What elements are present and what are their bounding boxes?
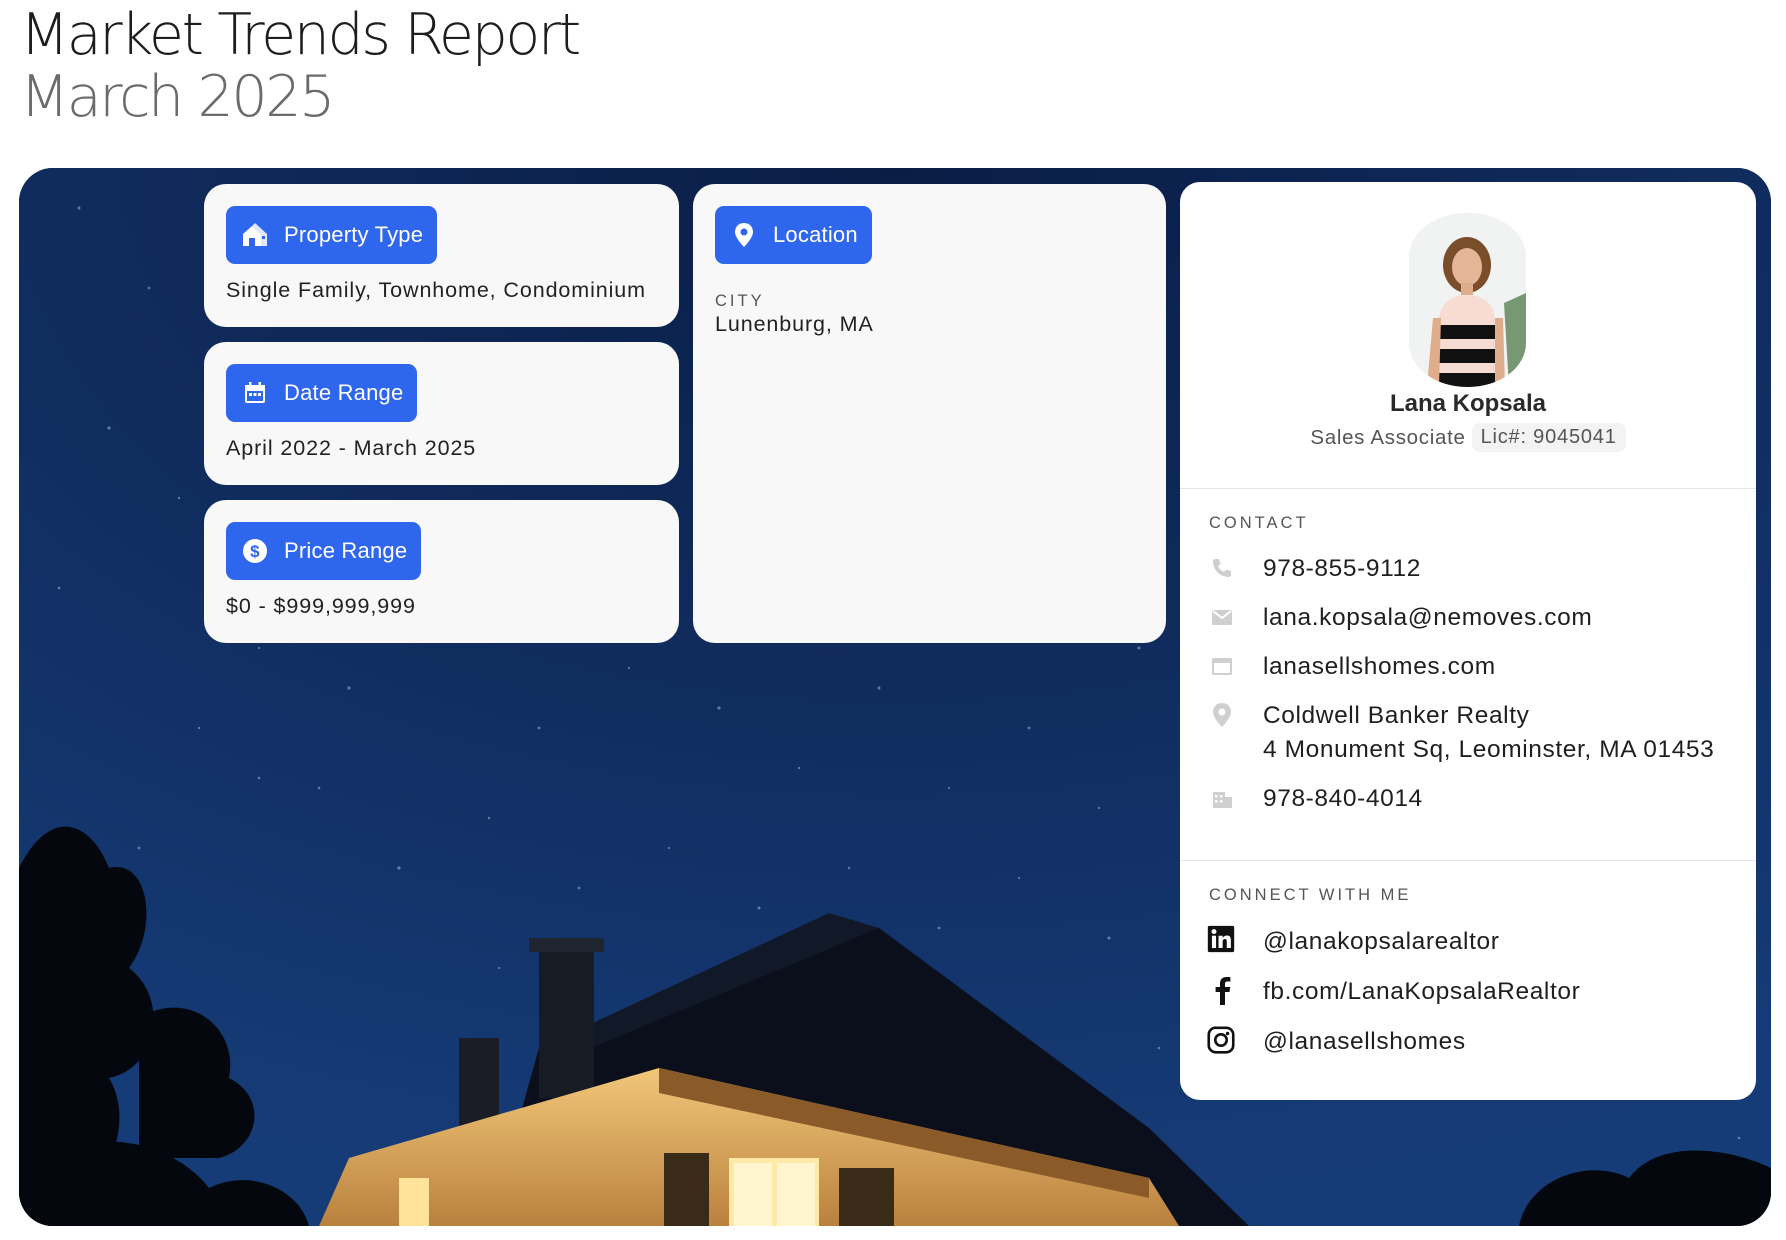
agent-name: Lana Kopsala bbox=[1389, 390, 1547, 417]
property-type-card: Property Type Single Family, Townhome, C… bbox=[204, 184, 679, 327]
map-pin-icon bbox=[1209, 702, 1235, 728]
city-value: Lunenburg, MA bbox=[715, 312, 874, 336]
phone-icon bbox=[1209, 555, 1235, 581]
price-range-card: $ Price Range $0 - $999,999,999 bbox=[204, 500, 679, 643]
contact-website[interactable]: lanasellshomes.com bbox=[1263, 650, 1496, 684]
social-facebook-row[interactable]: fb.com/LanaKopsalaRealtor bbox=[1209, 975, 1580, 1005]
facebook-url[interactable]: fb.com/LanaKopsalaRealtor bbox=[1263, 975, 1580, 1009]
agent-card: Lana Kopsala Sales Associate Lic#: 90450… bbox=[1180, 182, 1756, 1100]
email-icon bbox=[1209, 604, 1235, 630]
office-address[interactable]: 4 Monument Sq, Leominster, MA 01453 bbox=[1263, 733, 1714, 767]
instagram-icon bbox=[1207, 1025, 1235, 1054]
contact-office-row[interactable]: Coldwell Banker Realty 4 Monument Sq, Le… bbox=[1209, 699, 1714, 763]
report-page: Market Trends Report March 2025 Property… bbox=[0, 0, 1786, 1240]
divider bbox=[1180, 488, 1756, 489]
location-label: Location bbox=[773, 222, 858, 247]
avatar bbox=[1409, 213, 1526, 387]
office-name[interactable]: Coldwell Banker Realty bbox=[1263, 699, 1529, 733]
svg-text:$: $ bbox=[250, 542, 260, 561]
location-button[interactable]: Location bbox=[715, 206, 872, 264]
contact-email[interactable]: lana.kopsala@nemoves.com bbox=[1263, 601, 1592, 635]
report-title: Market Trends Report March 2025 bbox=[20, 2, 581, 130]
browser-window-icon bbox=[1209, 653, 1235, 679]
date-range-card: Date Range April 2022 - March 2025 bbox=[204, 342, 679, 485]
location-card: Location CITY Lunenburg, MA bbox=[693, 184, 1166, 643]
report-title-text: Market Trends Report bbox=[20, 2, 581, 68]
social-instagram-row[interactable]: @lanasellshomes bbox=[1207, 1025, 1465, 1055]
linkedin-handle[interactable]: @lanakopsalarealtor bbox=[1263, 925, 1499, 959]
facebook-icon bbox=[1209, 976, 1235, 1005]
agent-photo bbox=[1409, 213, 1526, 387]
social-caption: CONNECT WITH ME bbox=[1209, 886, 1412, 904]
calendar-icon bbox=[240, 378, 270, 408]
price-range-button[interactable]: $ Price Range bbox=[226, 522, 422, 580]
report-date: March 2025 bbox=[20, 64, 335, 130]
date-range-value: April 2022 - March 2025 bbox=[226, 436, 477, 460]
contact-phone[interactable]: 978-855-9112 bbox=[1263, 552, 1421, 586]
dollar-icon: $ bbox=[240, 536, 270, 566]
contact-phone-row[interactable]: 978-855-9112 bbox=[1209, 552, 1420, 582]
property-type-label: Property Type bbox=[284, 222, 424, 247]
divider bbox=[1180, 860, 1756, 861]
property-type-button[interactable]: Property Type bbox=[226, 206, 438, 264]
house-icon bbox=[240, 220, 270, 250]
agent-role: Sales Associate bbox=[1310, 425, 1466, 449]
map-pin-icon bbox=[729, 220, 759, 250]
contact-email-row[interactable]: lana.kopsala@nemoves.com bbox=[1209, 601, 1592, 631]
date-range-label: Date Range bbox=[284, 380, 404, 405]
linkedin-icon bbox=[1207, 925, 1235, 954]
social-linkedin-row[interactable]: @lanakopsalarealtor bbox=[1207, 925, 1499, 955]
date-range-button[interactable]: Date Range bbox=[226, 364, 418, 422]
price-range-label: Price Range bbox=[284, 538, 408, 563]
agent-role-row: Sales Associate Lic#: 9045041 bbox=[1180, 423, 1756, 452]
office-phone[interactable]: 978-840-4014 bbox=[1263, 782, 1423, 816]
contact-office-phone-row[interactable]: 978-840-4014 bbox=[1209, 782, 1422, 812]
license-badge: Lic#: 9045041 bbox=[1471, 423, 1626, 452]
contact-caption: CONTACT bbox=[1209, 514, 1309, 532]
city-caption: CITY bbox=[715, 292, 765, 310]
hero-panel: Property Type Single Family, Townhome, C… bbox=[19, 168, 1771, 1226]
building-icon bbox=[1209, 785, 1235, 811]
price-range-value: $0 - $999,999,999 bbox=[226, 594, 416, 618]
property-type-value: Single Family, Townhome, Condominium bbox=[226, 278, 646, 302]
instagram-handle[interactable]: @lanasellshomes bbox=[1263, 1025, 1466, 1059]
contact-website-row[interactable]: lanasellshomes.com bbox=[1209, 650, 1495, 680]
